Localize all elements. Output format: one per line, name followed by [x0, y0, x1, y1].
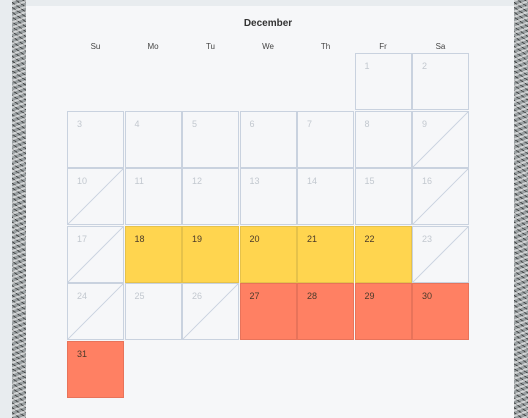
- day-number: 17: [77, 233, 88, 244]
- day-cell[interactable]: 27: [239, 283, 297, 340]
- weekday-label: Th: [320, 42, 331, 51]
- calendar-panel: December Su Mo Tu We Th Fr Sa 1 2 3 4 5 6 7 8 9 10 11 12 1…: [26, 6, 514, 418]
- day-cell[interactable]: 18: [124, 225, 182, 283]
- day-number: 21: [307, 233, 318, 244]
- day-number: 19: [192, 233, 203, 244]
- day-cell[interactable]: 16: [412, 168, 469, 225]
- day-cell[interactable]: 4: [124, 110, 182, 168]
- weekday-label: Mo: [147, 42, 159, 51]
- day-number: 29: [364, 291, 375, 301]
- day-cell[interactable]: 9: [412, 110, 469, 168]
- weekday-label: Tu: [205, 42, 216, 51]
- day-cell[interactable]: 22: [354, 225, 412, 283]
- day-number: 3: [77, 118, 83, 129]
- day-cell[interactable]: 31: [67, 340, 124, 398]
- day-number: 5: [192, 118, 198, 129]
- day-number: 28: [307, 291, 318, 301]
- day-cell[interactable]: 28: [297, 283, 354, 340]
- day-number: 22: [364, 233, 375, 244]
- background-photo-left: [12, 0, 26, 418]
- day-cell[interactable]: 13: [239, 168, 297, 225]
- weekday-label: Sa: [435, 42, 446, 51]
- day-number: 2: [422, 61, 428, 71]
- day-number: 20: [249, 233, 260, 244]
- weekday-label: Su: [90, 42, 101, 51]
- day-cell[interactable]: 7: [297, 110, 354, 168]
- day-number: 7: [307, 118, 313, 129]
- day-number: 13: [249, 176, 260, 186]
- day-cell[interactable]: 8: [354, 110, 412, 168]
- weekday-label: We: [262, 42, 274, 51]
- day-number: 12: [192, 176, 203, 186]
- day-number: 1: [364, 61, 370, 71]
- day-number: 23: [422, 233, 433, 244]
- day-cell[interactable]: 20: [239, 225, 297, 283]
- day-cell[interactable]: 14: [297, 168, 354, 225]
- day-cell[interactable]: 15: [354, 168, 412, 225]
- day-cell[interactable]: 11: [124, 168, 182, 225]
- day-number: 30: [422, 291, 433, 301]
- day-cell[interactable]: 29: [354, 283, 412, 340]
- day-cell[interactable]: 3: [67, 110, 124, 168]
- day-number: 26: [192, 291, 203, 301]
- day-cell[interactable]: 24: [67, 283, 124, 340]
- day-number: 27: [249, 291, 260, 301]
- day-cell[interactable]: 25: [124, 283, 182, 340]
- day-cell[interactable]: 21: [297, 225, 354, 283]
- day-cell[interactable]: 10: [67, 168, 124, 225]
- day-cell[interactable]: 6: [239, 110, 297, 168]
- month-title: December: [243, 18, 293, 29]
- day-number: 11: [134, 176, 144, 186]
- day-cell[interactable]: 30: [412, 283, 469, 340]
- day-number: 10: [77, 176, 88, 186]
- day-number: 14: [307, 176, 318, 186]
- day-cell[interactable]: 2: [412, 53, 469, 110]
- day-cell[interactable]: 1: [354, 53, 412, 110]
- day-cell[interactable]: 26: [182, 283, 239, 340]
- day-number: 25: [134, 291, 145, 301]
- day-number: 31: [77, 348, 88, 359]
- weekday-label: Fr: [379, 42, 387, 51]
- day-number: 4: [134, 118, 140, 129]
- day-cell[interactable]: 17: [67, 225, 124, 283]
- day-number: 8: [364, 118, 370, 129]
- day-cell[interactable]: 12: [182, 168, 239, 225]
- day-cell[interactable]: 19: [182, 225, 239, 283]
- day-number: 24: [77, 291, 88, 301]
- day-number: 15: [364, 176, 375, 186]
- background-photo-right: [514, 0, 528, 418]
- day-number: 16: [422, 176, 433, 186]
- day-number: 18: [134, 233, 145, 244]
- day-cell[interactable]: 5: [182, 110, 239, 168]
- day-number: 9: [422, 118, 428, 129]
- day-cell[interactable]: 23: [412, 225, 469, 283]
- day-number: 6: [249, 118, 255, 129]
